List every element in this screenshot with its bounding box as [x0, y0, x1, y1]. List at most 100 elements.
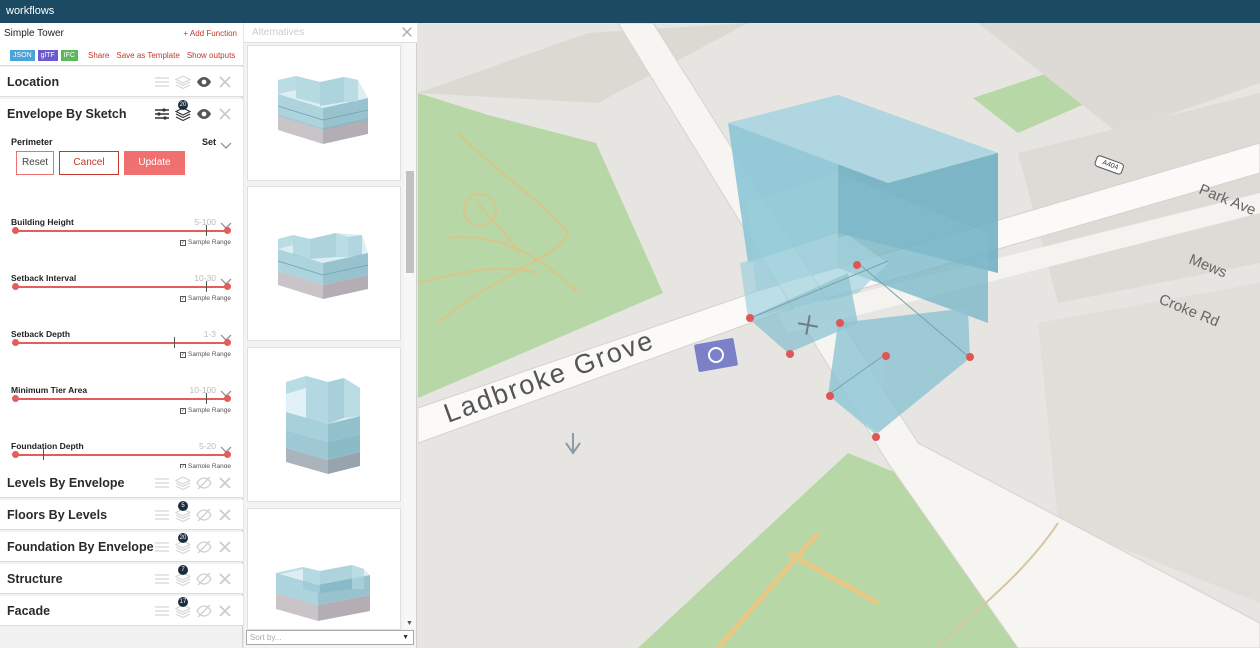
update-button[interactable]: Update: [124, 151, 185, 175]
sample-range-checkbox[interactable]: ✓ Sample Range: [180, 407, 231, 414]
eye-icon[interactable]: [196, 74, 212, 90]
slider-max-handle[interactable]: [224, 339, 231, 346]
eye-icon[interactable]: [196, 106, 212, 122]
close-icon[interactable]: [217, 74, 233, 90]
cancel-button[interactable]: Cancel: [59, 151, 119, 175]
slider-track[interactable]: [15, 286, 227, 288]
slider-value-marker[interactable]: [206, 225, 207, 236]
sliders-icon[interactable]: [154, 106, 170, 122]
sample-range-label: Sample Range: [188, 407, 231, 414]
project-links: Share Save as Template Show outputs: [88, 51, 235, 60]
function-label: Levels By Envelope: [7, 476, 125, 490]
layers-icon[interactable]: 7: [175, 565, 191, 587]
sample-range-checkbox[interactable]: ✓ Sample Range: [180, 295, 231, 302]
close-icon[interactable]: [400, 25, 414, 44]
sort-select[interactable]: Sort by... ▼: [246, 630, 414, 645]
layers-icon[interactable]: 5: [175, 501, 191, 523]
sliders-icon[interactable]: [154, 539, 170, 555]
function-floors-by-levels[interactable]: Floors By Levels 5: [0, 500, 243, 530]
parameter-label: Foundation Depth: [11, 441, 84, 451]
save-template-link[interactable]: Save as Template: [116, 51, 179, 60]
alternative-card[interactable]: [247, 186, 401, 341]
slider-min-handle[interactable]: [12, 227, 19, 234]
function-levels-by-envelope[interactable]: Levels By Envelope: [0, 468, 243, 498]
function-structure[interactable]: Structure 7: [0, 564, 243, 594]
sample-range-checkbox[interactable]: ✓ Sample Range: [180, 239, 231, 246]
sliders-icon[interactable]: [154, 571, 170, 587]
layers-icon[interactable]: [175, 475, 191, 491]
slider-track[interactable]: [15, 454, 227, 456]
eye-off-icon[interactable]: [196, 539, 212, 555]
function-location[interactable]: Location: [0, 67, 243, 97]
reset-button[interactable]: Reset: [16, 151, 54, 175]
slider-max-handle[interactable]: [224, 451, 231, 458]
scrollbar[interactable]: ▼: [404, 43, 416, 629]
function-foundation-by-envelope[interactable]: Foundation By Envelope 20: [0, 532, 243, 562]
checkbox-checked-icon[interactable]: ✓: [180, 351, 186, 358]
function-envelope-by-sketch: Envelope By Sketch 20 Perimeter Set Rese…: [0, 99, 243, 489]
eye-off-icon[interactable]: [196, 603, 212, 619]
slider-min-handle[interactable]: [12, 395, 19, 402]
slider-track[interactable]: [15, 398, 227, 400]
gltf-badge[interactable]: glTF: [37, 50, 58, 61]
scrollbar-thumb[interactable]: [406, 171, 414, 273]
function-label[interactable]: Envelope By Sketch: [7, 107, 127, 121]
alternatives-header: Alternatives: [244, 23, 417, 43]
output-count-badge: 7: [178, 565, 188, 575]
eye-off-icon[interactable]: [196, 507, 212, 523]
function-label: Location: [7, 75, 60, 89]
function-facade[interactable]: Facade 17: [0, 596, 243, 626]
map-canvas[interactable]: Ladbroke Grove Park Ave Croke Rd Mews A4…: [418, 23, 1260, 648]
sliders-icon[interactable]: [154, 475, 170, 491]
ifc-badge[interactable]: IFC: [60, 50, 78, 61]
scroll-down-arrow-icon[interactable]: ▼: [406, 620, 413, 627]
checkbox-checked-icon[interactable]: ✓: [180, 239, 186, 246]
sliders-icon[interactable]: [154, 507, 170, 523]
sliders-icon[interactable]: [154, 74, 170, 90]
sample-range-checkbox[interactable]: ✓ Sample Range: [180, 351, 231, 358]
map-viewport[interactable]: Ladbroke Grove Park Ave Croke Rd Mews A4…: [418, 23, 1260, 648]
layers-icon[interactable]: 20: [175, 100, 191, 122]
slider-max-handle[interactable]: [224, 227, 231, 234]
slider-value-marker[interactable]: [174, 337, 175, 348]
function-label: Foundation By Envelope: [7, 540, 154, 554]
perimeter-value[interactable]: Set: [202, 137, 216, 147]
project-name[interactable]: Simple Tower: [4, 28, 64, 39]
close-icon[interactable]: [217, 539, 233, 555]
chevron-down-icon[interactable]: [220, 137, 232, 155]
add-function-link[interactable]: + Add Function: [183, 29, 237, 38]
layers-icon[interactable]: 17: [175, 597, 191, 619]
checkbox-checked-icon[interactable]: ✓: [180, 295, 186, 302]
close-icon[interactable]: [217, 571, 233, 587]
slider-track[interactable]: [15, 230, 227, 232]
slider-min-handle[interactable]: [12, 451, 19, 458]
close-icon[interactable]: [217, 603, 233, 619]
alternatives-title: Alternatives: [252, 27, 305, 38]
alternative-card[interactable]: [247, 347, 401, 502]
layers-icon[interactable]: 20: [175, 533, 191, 555]
eye-off-icon[interactable]: [196, 475, 212, 491]
close-icon[interactable]: [217, 106, 233, 122]
checkbox-checked-icon[interactable]: ✓: [180, 407, 186, 414]
slider-value-marker[interactable]: [206, 281, 207, 292]
close-icon[interactable]: [217, 475, 233, 491]
slider-track[interactable]: [15, 342, 227, 344]
alternative-card[interactable]: [247, 508, 401, 630]
sliders-icon[interactable]: [154, 603, 170, 619]
json-badge[interactable]: JSON: [10, 50, 35, 61]
export-badges: JSON glTF IFC: [10, 50, 78, 61]
parameter-label: Minimum Tier Area: [11, 385, 88, 395]
slider-value-marker[interactable]: [206, 393, 207, 404]
share-link[interactable]: Share: [88, 51, 109, 60]
building-thumbnail: [277, 76, 369, 144]
eye-off-icon[interactable]: [196, 571, 212, 587]
show-outputs-link[interactable]: Show outputs: [187, 51, 235, 60]
slider-max-handle[interactable]: [224, 283, 231, 290]
slider-max-handle[interactable]: [224, 395, 231, 402]
layers-icon[interactable]: [175, 74, 191, 90]
slider-min-handle[interactable]: [12, 283, 19, 290]
alternative-card[interactable]: [247, 45, 401, 181]
slider-value-marker[interactable]: [43, 449, 44, 460]
slider-min-handle[interactable]: [12, 339, 19, 346]
close-icon[interactable]: [217, 507, 233, 523]
